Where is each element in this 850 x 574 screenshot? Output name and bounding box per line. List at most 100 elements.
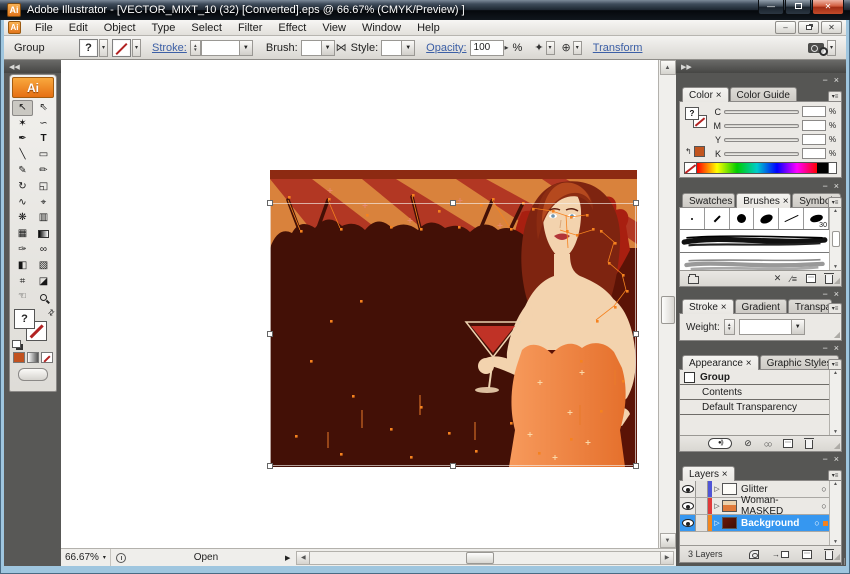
- appearance-scrollbar[interactable]: ▲ ▼: [829, 370, 841, 435]
- tab-graphic-styles[interactable]: Graphic Styles: [759, 355, 839, 370]
- duplicate-item-icon[interactable]: ○○: [764, 439, 773, 449]
- visibility-toggle[interactable]: [680, 498, 696, 514]
- fill-proxy[interactable]: ?: [14, 309, 35, 330]
- direct-selection-tool[interactable]: ⇖: [33, 100, 54, 116]
- spectrum-rainbow[interactable]: [697, 163, 817, 173]
- recolor-artwork-icon[interactable]: ⋈: [336, 41, 347, 54]
- scroll-up-icon[interactable]: ▲: [833, 481, 838, 487]
- scroll-up-icon[interactable]: ▲: [833, 370, 838, 376]
- minimize-button[interactable]: —: [758, 0, 784, 15]
- layer-name[interactable]: Background: [741, 518, 811, 529]
- brush-charcoal[interactable]: [680, 230, 829, 253]
- panel-minimize-icon[interactable]: −: [822, 344, 827, 353]
- horizontal-scrollbar[interactable]: ◀ ▶: [296, 550, 674, 565]
- collapse-dock-icon[interactable]: ◀◀: [9, 63, 20, 71]
- weight-stepper[interactable]: ▲ ▼: [723, 319, 735, 335]
- brush-line[interactable]: [779, 208, 805, 229]
- eraser-tool[interactable]: ◪: [33, 274, 54, 290]
- black-slider[interactable]: [724, 151, 799, 156]
- cyan-slider[interactable]: [724, 109, 799, 114]
- rotate-tool[interactable]: ↻: [12, 179, 33, 195]
- selection-tool[interactable]: ↖: [12, 100, 33, 116]
- transform-link[interactable]: Transform: [593, 42, 643, 54]
- appearance-row-group[interactable]: Group: [680, 370, 830, 385]
- stepper-down-icon[interactable]: ▼: [727, 326, 731, 331]
- menu-file[interactable]: File: [27, 21, 61, 35]
- warp-tool[interactable]: ∿: [12, 195, 33, 211]
- panel-close-icon[interactable]: ×: [834, 290, 839, 299]
- brush-stroke-small[interactable]: [704, 208, 730, 229]
- panel-close-icon[interactable]: ×: [834, 455, 839, 464]
- expand-layer-icon[interactable]: ▷: [712, 502, 722, 510]
- brushes-scrollbar[interactable]: ▲ ▼: [829, 208, 841, 270]
- delete-layer-icon[interactable]: [824, 548, 834, 560]
- resize-grip[interactable]: ◢: [834, 442, 840, 450]
- scroll-right-icon[interactable]: ▶: [660, 551, 673, 564]
- close-button[interactable]: ✕: [812, 0, 844, 15]
- tab-close-icon[interactable]: ×: [783, 196, 789, 207]
- ai-logo[interactable]: Ai: [12, 77, 54, 98]
- resize-grip[interactable]: ◢: [834, 553, 840, 561]
- tab-transparency[interactable]: Transparency: [787, 299, 832, 314]
- stroke-link[interactable]: Stroke:: [152, 42, 187, 54]
- tab-appearance[interactable]: Appearance ×: [682, 355, 759, 370]
- live-paint-bucket-tool[interactable]: ◧: [12, 258, 33, 274]
- target-icon[interactable]: ○: [811, 518, 823, 528]
- scroll-thumb[interactable]: [831, 231, 840, 247]
- spectrum-black[interactable]: [817, 163, 828, 173]
- zoom-level-control[interactable]: 66.67% ▾: [61, 549, 111, 566]
- spectrum-white[interactable]: [828, 163, 836, 173]
- combo-arrow-icon[interactable]: ▼: [238, 40, 252, 55]
- menu-object[interactable]: Object: [96, 21, 144, 35]
- type-tool[interactable]: T: [33, 132, 54, 148]
- tab-color[interactable]: Color ×: [682, 87, 729, 102]
- menu-edit[interactable]: Edit: [61, 21, 96, 35]
- duplicate-selected-item-icon[interactable]: [782, 439, 793, 448]
- paintbrush-tool[interactable]: ✎: [12, 163, 33, 179]
- selection-handle[interactable]: [267, 200, 273, 206]
- tab-close-icon[interactable]: ×: [746, 358, 752, 369]
- maximize-button[interactable]: [785, 0, 811, 15]
- align-dropdown-icon[interactable]: ▾: [572, 40, 582, 55]
- lock-toggle[interactable]: [696, 481, 708, 497]
- panel-minimize-icon[interactable]: −: [822, 455, 827, 464]
- selection-handle[interactable]: [633, 331, 639, 337]
- brush-ellipse-30[interactable]: 30: [804, 208, 829, 229]
- eyedropper-tool[interactable]: ✑: [12, 242, 33, 258]
- layer-thumbnail[interactable]: [722, 483, 737, 495]
- yellow-slider[interactable]: [724, 137, 799, 142]
- panel-close-icon[interactable]: ×: [834, 182, 839, 191]
- lasso-tool[interactable]: ∽: [33, 116, 54, 132]
- tab-color-guide[interactable]: Color Guide: [729, 87, 797, 102]
- clear-appearance-icon[interactable]: ⊘: [744, 438, 752, 449]
- column-graph-tool[interactable]: ▥: [33, 211, 54, 227]
- bridge-dropdown-icon[interactable]: ▾: [827, 39, 836, 56]
- black-value-input[interactable]: [802, 148, 826, 159]
- magenta-slider[interactable]: [724, 123, 799, 128]
- swap-fill-stroke-icon[interactable]: ⇄: [46, 307, 57, 318]
- color-mode-button[interactable]: [13, 352, 25, 364]
- menu-help[interactable]: Help: [409, 21, 448, 35]
- scroll-down-icon[interactable]: ▼: [659, 533, 676, 548]
- status-menu-arrow-icon[interactable]: ▶: [285, 554, 290, 562]
- tab-layers[interactable]: Layers ×: [682, 466, 735, 481]
- gradient-tool[interactable]: [33, 226, 54, 242]
- free-transform-tool[interactable]: ⌖: [33, 195, 54, 211]
- layer-row-woman[interactable]: ▷ Woman-MASKED ○: [680, 495, 830, 517]
- default-colors-icon[interactable]: [12, 340, 21, 349]
- pencil-tool[interactable]: ✏: [33, 163, 54, 179]
- panel-minimize-icon[interactable]: −: [822, 290, 827, 299]
- mesh-tool[interactable]: ▦: [12, 226, 33, 242]
- collapse-panels-icon[interactable]: ▶▶: [681, 63, 692, 71]
- scale-tool[interactable]: ◱: [33, 179, 54, 195]
- selection-handle[interactable]: [267, 463, 273, 469]
- go-to-bridge-icon[interactable]: [808, 42, 828, 56]
- menu-effect[interactable]: Effect: [270, 21, 314, 35]
- yellow-value-input[interactable]: [802, 134, 826, 145]
- panel-minimize-icon[interactable]: −: [822, 76, 827, 85]
- layer-name[interactable]: Glitter: [741, 484, 818, 495]
- hand-tool[interactable]: ☜: [12, 290, 33, 306]
- expand-layer-icon[interactable]: ▷: [712, 485, 722, 493]
- selection-handle[interactable]: [633, 200, 639, 206]
- color-fill-proxy[interactable]: ?: [685, 107, 699, 120]
